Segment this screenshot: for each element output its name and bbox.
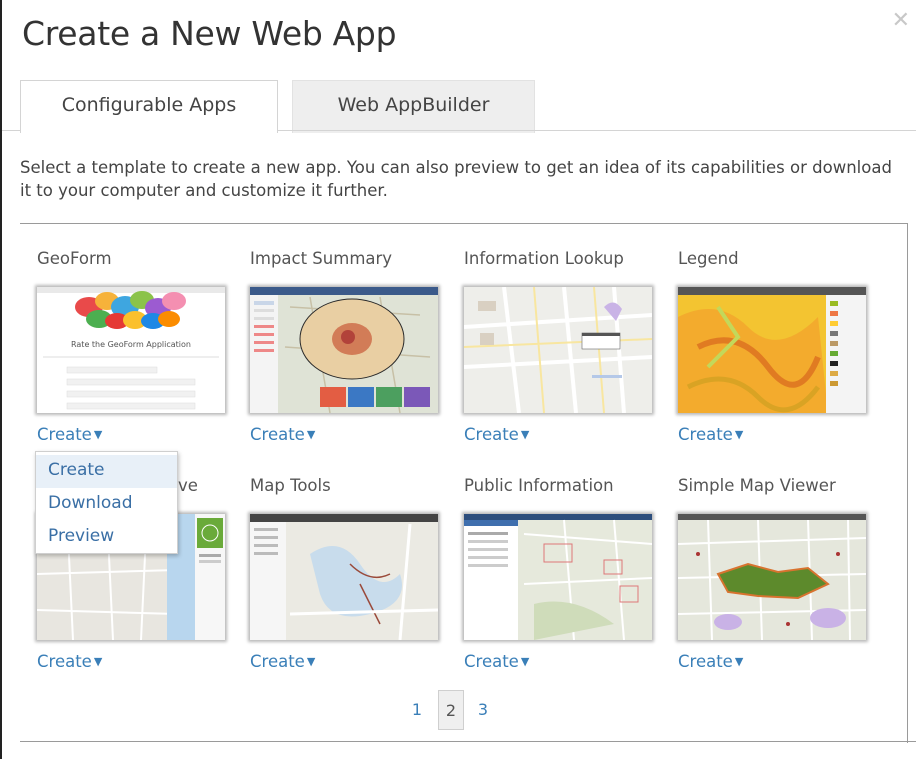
menu-item-preview[interactable]: Preview	[36, 521, 177, 554]
template-card-public-information: Public Information Create ▼	[464, 476, 664, 676]
create-dropdown-button[interactable]: Create ▼	[250, 425, 315, 444]
template-title: Map Tools	[250, 476, 331, 495]
create-dropdown-button[interactable]: Create ▼	[678, 425, 743, 444]
caret-down-icon: ▼	[93, 428, 103, 441]
create-label: Create	[678, 425, 733, 444]
template-thumbnail[interactable]: Rate the GeoForm Application	[37, 287, 225, 413]
create-label: Create	[464, 425, 519, 444]
caret-down-icon: ▼	[520, 655, 530, 668]
geoform-thumb-caption: Rate the GeoForm Application	[71, 340, 191, 349]
template-card-impact-summary: Impact Summary Create ▼	[250, 249, 450, 449]
template-title: Legend	[678, 249, 739, 268]
pagination: 1 2 3	[2, 690, 916, 732]
menu-item-create[interactable]: Create	[36, 455, 177, 488]
create-label: Create	[37, 425, 92, 444]
create-dropdown-button[interactable]: Create ▼	[678, 652, 743, 671]
create-dropdown-button[interactable]: Create ▼	[250, 652, 315, 671]
tab-bar: Configurable Apps Web AppBuilder	[2, 80, 916, 133]
dialog-title: Create a New Web App	[22, 14, 397, 53]
template-card-information-lookup: Information Lookup Create ▼	[464, 249, 664, 449]
public-information-thumbnail-image	[464, 514, 652, 640]
create-label: Create	[250, 425, 305, 444]
create-web-app-dialog: Create a New Web App ✕ Configurable Apps…	[0, 0, 916, 759]
template-thumbnail[interactable]	[678, 514, 866, 640]
caret-down-icon: ▼	[306, 428, 316, 441]
page-1-link[interactable]: 1	[404, 690, 430, 730]
create-dropdown-button[interactable]: Create ▼	[37, 652, 102, 671]
page-2-current[interactable]: 2	[438, 690, 464, 730]
caret-down-icon: ▼	[734, 428, 744, 441]
create-label: Create	[464, 652, 519, 671]
page-3-link[interactable]: 3	[470, 690, 496, 730]
menu-item-download[interactable]: Download	[36, 488, 177, 521]
template-card-legend: Legend Create ▼	[678, 249, 878, 449]
template-thumbnail[interactable]	[250, 514, 438, 640]
template-title: Impact Summary	[250, 249, 393, 268]
simple-map-viewer-thumbnail-image	[678, 514, 866, 640]
template-card-geoform: GeoForm Rate the GeoForm Application Cre…	[37, 249, 237, 449]
template-title: GeoForm	[37, 249, 112, 268]
legend-thumbnail-image	[678, 287, 866, 413]
template-thumbnail[interactable]	[250, 287, 438, 413]
create-label: Create	[250, 652, 305, 671]
template-card-simple-map-viewer: Simple Map Viewer Create ▼	[678, 476, 878, 676]
create-dropdown-button[interactable]: Create ▼	[37, 425, 102, 444]
panel-bottom-border	[20, 741, 916, 742]
information-lookup-thumbnail-image	[464, 287, 652, 413]
template-thumbnail[interactable]	[464, 514, 652, 640]
geoform-thumbnail-image: Rate the GeoForm Application	[37, 287, 225, 413]
create-dropdown-button[interactable]: Create ▼	[464, 425, 529, 444]
template-card-map-tools: Map Tools Create ▼	[250, 476, 450, 676]
template-thumbnail[interactable]	[678, 287, 866, 413]
template-title: Information Lookup	[464, 249, 624, 268]
caret-down-icon: ▼	[734, 655, 744, 668]
close-icon[interactable]: ✕	[892, 10, 910, 32]
intro-text: Select a template to create a new app. Y…	[20, 158, 892, 200]
caret-down-icon: ▼	[93, 655, 103, 668]
tab-configurable-apps[interactable]: Configurable Apps	[20, 80, 278, 133]
template-title: Simple Map Viewer	[678, 476, 836, 495]
tab-web-appbuilder[interactable]: Web AppBuilder	[292, 80, 535, 133]
create-label: Create	[678, 652, 733, 671]
impact-summary-thumbnail-image	[250, 287, 438, 413]
template-thumbnail[interactable]	[464, 287, 652, 413]
create-label: Create	[37, 652, 92, 671]
template-title: Public Information	[464, 476, 614, 495]
caret-down-icon: ▼	[306, 655, 316, 668]
caret-down-icon: ▼	[520, 428, 530, 441]
create-dropdown-button[interactable]: Create ▼	[464, 652, 529, 671]
map-tools-thumbnail-image	[250, 514, 438, 640]
create-dropdown-menu: Create Download Preview	[35, 451, 178, 554]
